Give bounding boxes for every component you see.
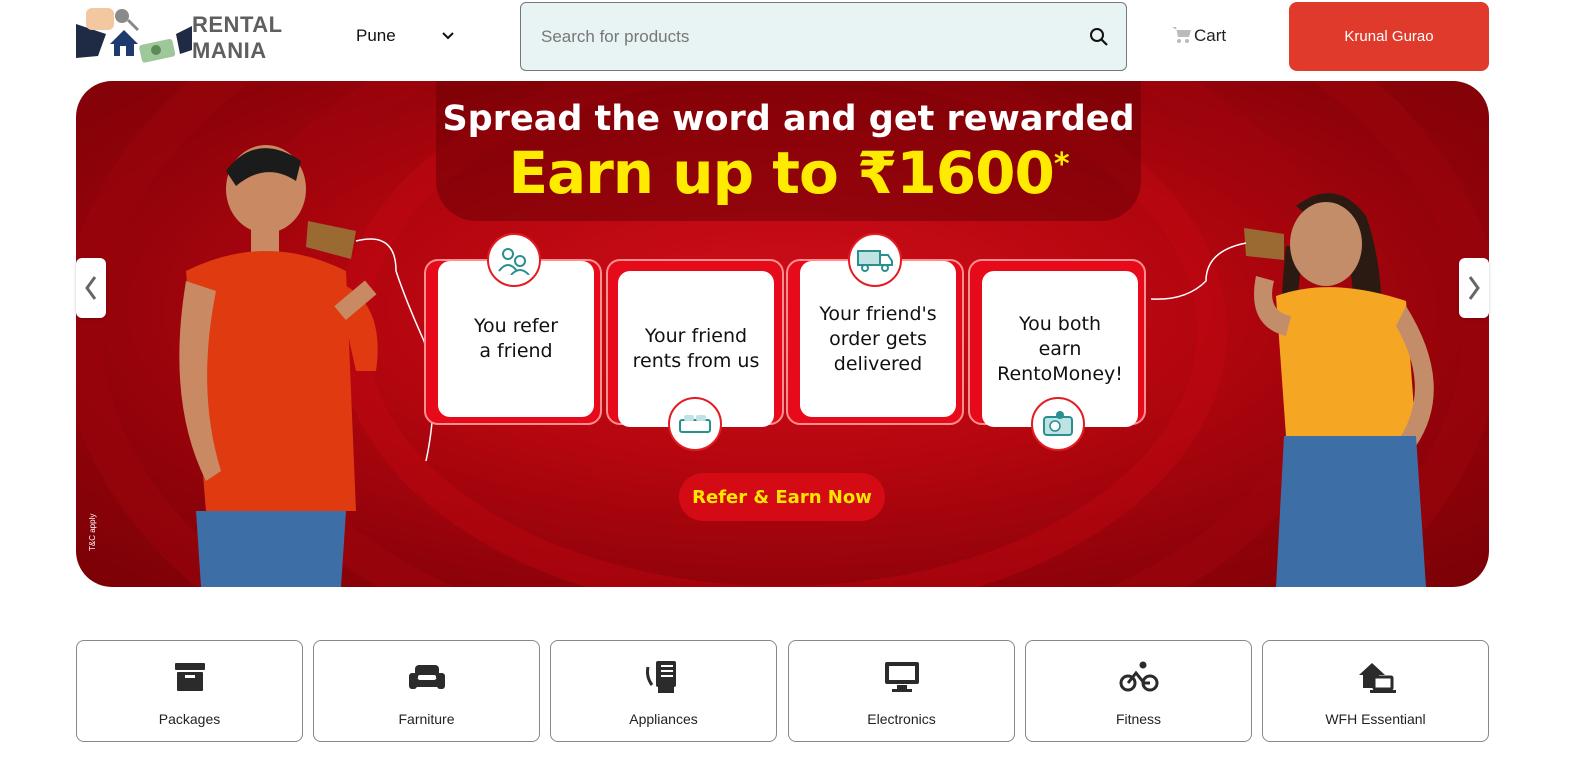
appliance-icon bbox=[646, 661, 676, 693]
header: RENTAL MANIA Pune Cart Krun bbox=[0, 0, 1582, 78]
carousel-prev-button[interactable] bbox=[76, 258, 106, 318]
bed-icon bbox=[668, 397, 722, 451]
category-packages[interactable]: Packages bbox=[76, 640, 303, 742]
category-label: Electronics bbox=[867, 711, 936, 727]
category-label: WFH Essentianl bbox=[1325, 711, 1426, 727]
category-row: Packages Farniture Appliances Electronic… bbox=[76, 640, 1489, 742]
chevron-left-icon bbox=[85, 276, 97, 300]
banner-earn-text: Earn up to ₹1600* bbox=[436, 139, 1141, 207]
category-furniture[interactable]: Farniture bbox=[313, 640, 540, 742]
city-selector[interactable]: Pune bbox=[356, 22, 466, 50]
promo-banner[interactable]: Spread the word and get rewarded Earn up… bbox=[76, 81, 1489, 587]
monitor-icon bbox=[885, 662, 919, 692]
category-fitness[interactable]: Fitness bbox=[1025, 640, 1252, 742]
refer-people-icon bbox=[487, 233, 541, 287]
woman-with-cup-illustration bbox=[1244, 193, 1434, 587]
earn-asterisk: * bbox=[1053, 147, 1070, 182]
bicycle-icon bbox=[1119, 661, 1159, 692]
chevron-down-icon bbox=[442, 32, 454, 40]
package-box-icon bbox=[175, 663, 205, 691]
refer-earn-button[interactable]: Refer & Earn Now bbox=[679, 473, 885, 521]
user-account-button[interactable]: Krunal Gurao bbox=[1289, 2, 1489, 71]
cart-icon bbox=[1172, 27, 1191, 43]
cart-label: Cart bbox=[1194, 26, 1227, 45]
page: RENTAL MANIA Pune Cart Krun bbox=[0, 0, 1582, 775]
logo-text: RENTAL MANIA bbox=[192, 12, 283, 64]
category-label: Packages bbox=[158, 711, 221, 727]
step-3-label: Your friend's order gets delivered bbox=[819, 302, 937, 375]
delivery-truck-icon bbox=[848, 233, 902, 287]
carousel-next-button[interactable] bbox=[1459, 258, 1489, 318]
city-label: Pune bbox=[356, 26, 396, 45]
chevron-right-icon bbox=[1468, 276, 1480, 300]
home-office-icon bbox=[1359, 663, 1396, 693]
logo-line-2: MANIA bbox=[192, 38, 267, 63]
category-appliances[interactable]: Appliances bbox=[550, 640, 777, 742]
category-label: Fitness bbox=[1115, 711, 1162, 727]
category-wfh-essentials[interactable]: WFH Essentianl bbox=[1262, 640, 1489, 742]
category-electronics[interactable]: Electronics bbox=[788, 640, 1015, 742]
logo-line-1: RENTAL bbox=[192, 12, 283, 37]
sofa-icon bbox=[409, 665, 445, 689]
step-4-label: You both earn RentoMoney! bbox=[997, 312, 1123, 385]
search-input[interactable] bbox=[541, 23, 1061, 51]
logo-icon bbox=[76, 8, 192, 63]
earn-amount: Earn up to ₹1600 bbox=[508, 139, 1054, 207]
search-icon[interactable] bbox=[1089, 27, 1109, 47]
banner-headline: Spread the word and get rewarded bbox=[442, 99, 1135, 139]
logo[interactable]: RENTAL MANIA bbox=[76, 4, 296, 70]
man-with-cup-illustration bbox=[179, 145, 378, 587]
category-label: Farniture bbox=[398, 711, 455, 727]
category-label: Appliances bbox=[629, 711, 698, 727]
step-2-label: Your friend rents from us bbox=[632, 325, 760, 372]
wallet-icon bbox=[1031, 397, 1085, 451]
search-bar bbox=[520, 2, 1127, 71]
step-1-label: You refer a friend bbox=[473, 315, 559, 362]
tnc-text: T&C apply bbox=[88, 513, 97, 551]
